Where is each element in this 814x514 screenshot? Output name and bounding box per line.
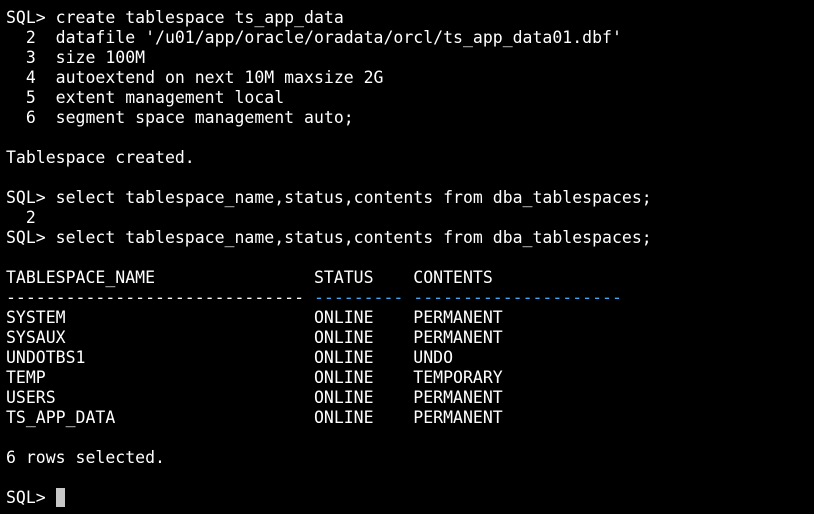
sql-command-line: SQL> create tablespace ts_app_data (6, 8, 344, 27)
command-result-message: Tablespace created. (6, 148, 195, 167)
underline-col-tablespace-name: ------------------------------ (6, 288, 305, 307)
rows-selected-message: 6 rows selected. (6, 448, 165, 467)
active-prompt-line[interactable]: SQL> (6, 488, 65, 508)
result-row: TS_APP_DATA ONLINE PERMANENT (6, 408, 503, 427)
sql-prompt: SQL> (6, 488, 56, 507)
terminal-window[interactable]: SQL> create tablespace ts_app_data 2 dat… (0, 0, 814, 514)
result-row: SYSAUX ONLINE PERMANENT (6, 328, 503, 347)
sql-continuation-line: 5 extent management local (6, 88, 285, 107)
result-row: SYSTEM ONLINE PERMANENT (6, 308, 503, 327)
sql-continuation-line: 2 (6, 208, 36, 227)
underline-col-contents: --------------------- (413, 288, 622, 307)
sql-continuation-line: 4 autoextend on next 10M maxsize 2G (6, 68, 384, 87)
sql-command-line: SQL> select tablespace_name,status,conte… (6, 188, 652, 207)
sql-continuation-line: 2 datafile '/u01/app/oracle/oradata/orcl… (6, 28, 622, 47)
result-header-underline: ------------------------------ ---------… (6, 288, 622, 308)
sql-continuation-line: 3 size 100M (6, 48, 146, 67)
text-cursor (55, 488, 65, 507)
underline-col-status: --------- (313, 288, 404, 307)
sql-continuation-line: 6 segment space management auto; (6, 108, 354, 127)
result-column-headers: TABLESPACE_NAME STATUS CONTENTS (6, 268, 493, 287)
result-row: USERS ONLINE PERMANENT (6, 388, 503, 407)
result-row: TEMP ONLINE TEMPORARY (6, 368, 503, 387)
result-row: UNDOTBS1 ONLINE UNDO (6, 348, 454, 367)
sql-command-line: SQL> select tablespace_name,status,conte… (6, 228, 652, 247)
